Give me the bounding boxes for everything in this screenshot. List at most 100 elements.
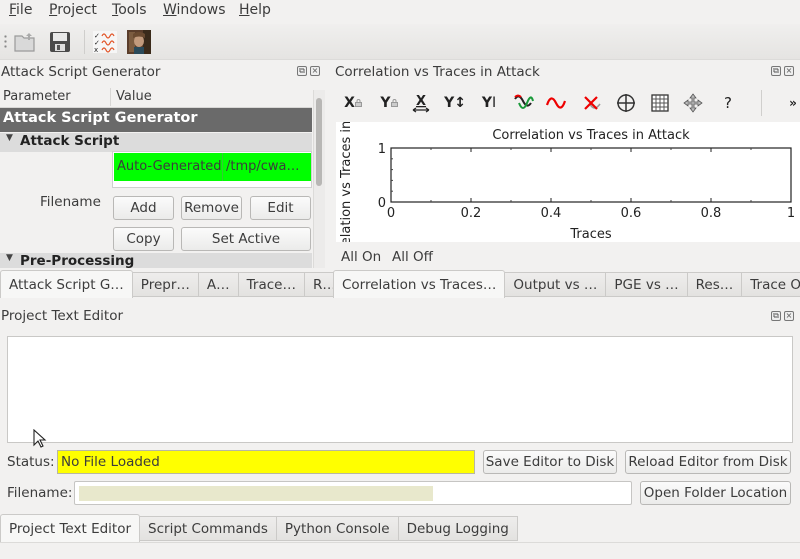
crosshair-button[interactable] [614, 91, 638, 115]
chart-title: Correlation vs Traces in Attack [492, 128, 690, 143]
x-tick-label: 0.4 [541, 206, 562, 221]
help-icon: ? [724, 94, 732, 112]
y-tick-label: 1 [378, 142, 386, 157]
menu-file-mnemonic: F [9, 2, 17, 18]
open-folder-icon [14, 33, 35, 52]
grid-button[interactable] [648, 91, 672, 115]
status-field: No File Loaded [57, 450, 475, 474]
y-autorange-button[interactable]: Y↕ [444, 91, 466, 115]
set-active-button[interactable]: Set Active [181, 227, 311, 251]
menu-tools[interactable]: Tools [112, 2, 147, 18]
open-folder-button[interactable]: Open Folder Location [640, 481, 791, 505]
x-lock-button[interactable]: X [342, 91, 364, 115]
right-dock-tabs: Correlation vs Traces… Output vs … PGE v… [333, 270, 800, 298]
menu-tools-label: ools [118, 2, 147, 18]
x-axis-label: Traces [569, 227, 611, 242]
status-bar [0, 542, 800, 559]
file-path-cell: /tmp/cwa… [226, 159, 300, 174]
tab-preprocessing[interactable]: Prepr… [132, 272, 199, 297]
close-dock-button[interactable]: × [784, 311, 794, 321]
close-dock-button[interactable]: × [784, 66, 794, 76]
float-dock-button[interactable]: ⧉ [771, 66, 781, 76]
toolbar-separator [84, 30, 85, 54]
x-lock-icon: X [344, 95, 362, 111]
menu-windows[interactable]: Windows [163, 2, 226, 18]
trace-manager-button[interactable]: ✓ ✓ x [91, 28, 119, 56]
avatar-image-icon [127, 30, 151, 54]
open-button[interactable] [11, 28, 39, 56]
plot-area[interactable]: Correlation vs Traces in Attack 0 0.2 0.4 0.… [336, 121, 800, 245]
main-toolbar: ✓ ✓ x [0, 24, 800, 60]
y-default-icon: YI [481, 95, 497, 111]
toolbar-grip[interactable] [4, 34, 7, 50]
filename-field[interactable] [74, 481, 632, 505]
save-button[interactable] [46, 28, 74, 56]
show-traces-button[interactable] [512, 91, 536, 115]
y-lock-button[interactable]: Y [378, 91, 400, 115]
tab-results[interactable]: Res… [687, 272, 743, 297]
collapse-arrow-icon[interactable]: ▼ [6, 133, 13, 143]
parameter-tree-scrollbar[interactable] [313, 90, 325, 268]
column-value[interactable]: Value [116, 89, 152, 104]
help-button[interactable]: ? [716, 91, 740, 115]
all-off-button[interactable]: All Off [392, 249, 433, 265]
close-dock-button[interactable]: × [310, 66, 320, 76]
reload-editor-button[interactable]: Reload Editor from Disk [625, 450, 791, 474]
project-text-editor[interactable] [7, 336, 793, 443]
pan-icon [683, 93, 703, 113]
add-button[interactable]: Add [113, 196, 174, 220]
save-editor-button[interactable]: Save Editor to Disk [483, 450, 617, 474]
show-traces-icon [514, 94, 534, 109]
float-dock-button[interactable]: ⧉ [297, 66, 307, 76]
single-trace-button[interactable] [544, 91, 568, 115]
subgroup-pre-processing[interactable]: ▼ Pre-Processing [0, 253, 312, 268]
right-dock-buttons: ⧉ × [771, 66, 794, 76]
tab-trace-output[interactable]: Trace O… [742, 272, 800, 297]
group-attack-script-generator[interactable]: Attack Script Generator [0, 108, 312, 132]
clear-traces-button[interactable] [580, 91, 604, 115]
file-list-row[interactable]: Auto-Generated /tmp/cwa… [114, 153, 311, 181]
y-default-button[interactable]: YI [478, 91, 500, 115]
float-dock-button[interactable]: ⧉ [771, 311, 781, 321]
tab-project-text-editor[interactable]: Project Text Editor [0, 514, 141, 542]
tab-correlation-vs-traces[interactable]: Correlation vs Traces… [333, 270, 506, 298]
all-on-button[interactable]: All On [341, 249, 381, 265]
menu-help[interactable]: Help [239, 2, 271, 18]
tab-pge-vs[interactable]: PGE vs … [606, 272, 688, 297]
tab-debug-logging[interactable]: Debug Logging [398, 516, 518, 541]
plot-frame [390, 147, 792, 203]
close-icon: × [785, 66, 793, 75]
tab-attack-script-generator[interactable]: Attack Script G… [0, 270, 133, 298]
toolbar-separator [761, 90, 762, 116]
mouse-cursor-icon [33, 429, 47, 448]
overflow-button[interactable]: » [786, 91, 800, 115]
menu-project[interactable]: Project [49, 2, 97, 18]
x-autorange-button[interactable]: X [410, 91, 432, 115]
edit-button[interactable]: Edit [250, 196, 311, 220]
copy-button[interactable]: Copy [113, 227, 174, 251]
pan-button[interactable] [681, 91, 705, 115]
tab-script-commands[interactable]: Script Commands [140, 516, 277, 541]
float-icon: ⧉ [773, 66, 779, 75]
tab-output-vs[interactable]: Output vs … [505, 272, 607, 297]
collapse-arrow-icon[interactable]: ▼ [6, 253, 13, 263]
tab-trace[interactable]: Trace… [238, 272, 305, 297]
script-file-list[interactable]: Auto-Generated /tmp/cwa… [112, 151, 312, 188]
menu-file[interactable]: File [9, 2, 32, 18]
column-parameter[interactable]: Parameter [3, 89, 71, 104]
menu-file-label: ile [16, 2, 33, 18]
remove-button[interactable]: Remove [181, 196, 242, 220]
image-button[interactable] [125, 28, 153, 56]
trace-manager-icon: ✓ ✓ x [93, 31, 117, 53]
cell-divider [222, 153, 223, 181]
tab-attack[interactable]: A… [198, 272, 239, 297]
float-icon: ⧉ [773, 311, 779, 320]
tree-header: Parameter Value [0, 86, 312, 108]
scrollbar-thumb[interactable] [316, 98, 322, 186]
left-dock-tabs: Attack Script G… Prepr… A… Trace… R… [0, 270, 345, 298]
tab-python-console[interactable]: Python Console [276, 516, 399, 541]
column-divider[interactable] [110, 88, 111, 106]
correlation-chart[interactable]: Correlation vs Traces in Attack 0 0.2 0.4 0.… [336, 121, 800, 245]
subgroup-attack-script[interactable]: ▼ Attack Script [0, 133, 312, 152]
plot-toolbar: X Y X Y↕ YI ? » [336, 88, 800, 118]
